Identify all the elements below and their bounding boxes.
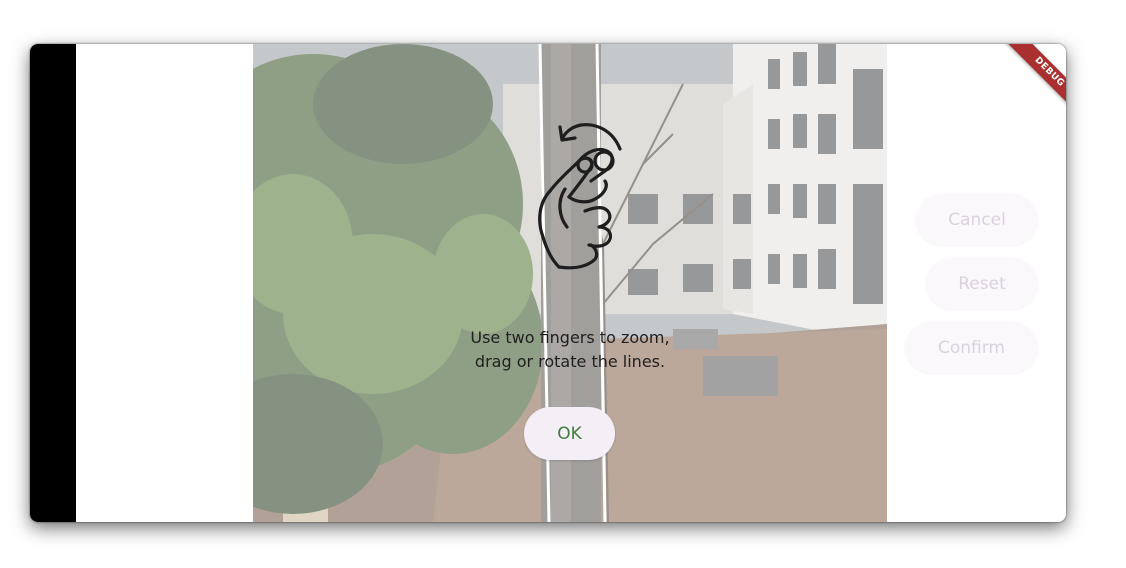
instruction-line-2: drag or rotate the lines.: [474, 352, 666, 371]
confirm-button[interactable]: Confirm: [905, 322, 1038, 373]
cancel-button[interactable]: Cancel: [916, 194, 1038, 245]
debug-banner: DEBUG: [986, 44, 1066, 124]
ok-button[interactable]: OK: [524, 407, 615, 460]
reset-button[interactable]: Reset: [926, 258, 1038, 309]
debug-banner-label: DEBUG: [1004, 44, 1066, 118]
two-finger-rotate-gesture-icon: [505, 119, 640, 279]
instruction-text: Use two fingers to zoom, drag or rotate …: [400, 326, 740, 374]
instruction-line-1: Use two fingers to zoom,: [470, 328, 670, 347]
device-screen: Use two fingers to zoom, drag or rotate …: [30, 44, 1066, 522]
system-navigation-bar: [30, 44, 76, 522]
